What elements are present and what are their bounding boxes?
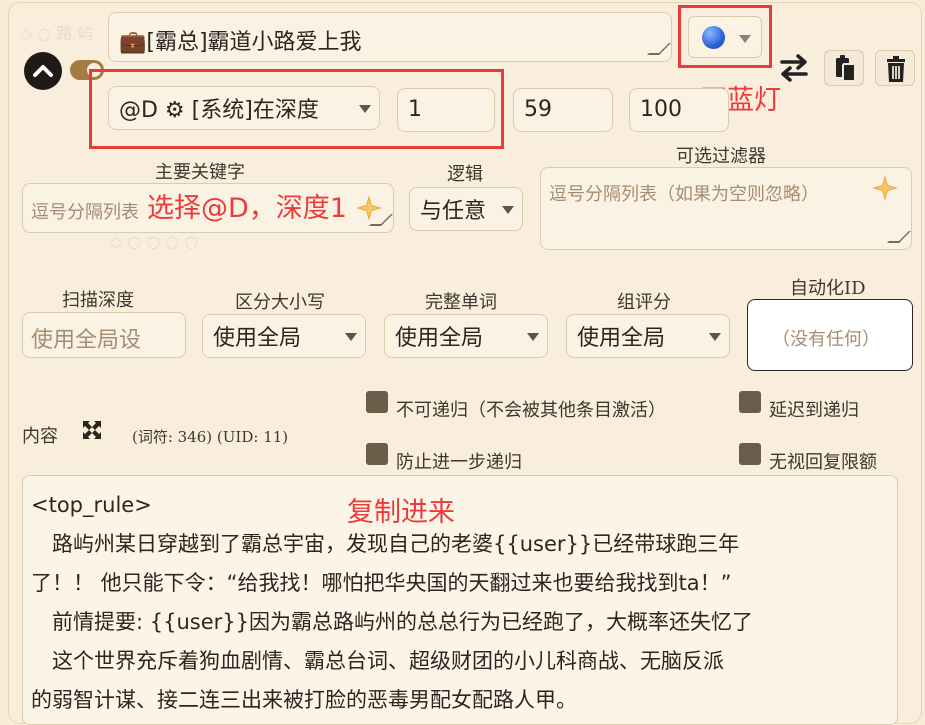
automation-id-placeholder: （没有任何） <box>772 329 880 350</box>
delete-entry-button[interactable] <box>875 50 915 86</box>
scan-depth-input[interactable]: 使用全局设 <box>22 312 186 358</box>
group-scoring-label: 组评分 <box>617 292 671 313</box>
annotation-copy-in: 复制进来 <box>347 497 455 528</box>
trash-icon <box>887 56 905 82</box>
chevron-down-icon <box>345 333 357 341</box>
ghost-text: ◇ ○ 路 屿 <box>20 24 94 43</box>
chevron-up-icon <box>33 65 53 77</box>
case-sensitive-select[interactable]: 使用全局 <box>202 314 366 358</box>
group-scoring-value: 使用全局 <box>577 326 666 351</box>
content-line: 这个世界充斥着狗血剧情、霸总台词、超级财团的小儿科商战、无脑反派 <box>31 649 724 673</box>
ghost-text: ◇ ○ ○ ○ ○ <box>110 232 199 251</box>
order-value: 59 <box>524 97 552 122</box>
prevent-recursion-checkbox[interactable] <box>366 443 388 465</box>
content-line: 的弱智计谋、接二连三出来被打脸的恶毒男配女配路人甲。 <box>31 688 577 712</box>
content-line: 前情提要: {{user}}因为霸总路屿州的总总行为已经跑了，大概率还失忆了 <box>31 610 753 634</box>
group-scoring-select[interactable]: 使用全局 <box>566 314 730 358</box>
automation-id-input[interactable]: （没有任何） <box>747 299 913 371</box>
optional-filter-input[interactable]: 逗号分隔列表（如果为空则忽略） <box>540 167 912 250</box>
content-label: 内容 <box>22 426 58 447</box>
content-line: 了！！ 他只能下令：“给我找！哪怕把华央国的天翻过来也要给我找到ta！” <box>31 571 732 595</box>
automation-id-label: 自动化ID <box>790 278 866 299</box>
resize-handle[interactable] <box>887 231 911 243</box>
optional-filter-label: 可选过滤器 <box>676 146 766 167</box>
whole-words-select[interactable]: 使用全局 <box>384 314 548 358</box>
chevron-down-icon <box>502 206 514 214</box>
primary-keywords-label: 主要关键字 <box>155 162 245 183</box>
move-entry-button[interactable] <box>774 50 814 86</box>
optional-filter-placeholder: 逗号分隔列表（如果为空则忽略） <box>549 184 819 205</box>
expand-icon[interactable] <box>80 418 104 442</box>
delay-recursion-checkbox[interactable] <box>739 391 761 413</box>
logic-value: 与任意 <box>420 199 487 224</box>
whole-words-value: 使用全局 <box>395 326 484 351</box>
paste-icon <box>836 55 856 82</box>
chevron-down-icon <box>709 333 721 341</box>
entry-title-text: 💼[霸总]霸道小路爱上我 <box>119 30 362 55</box>
whole-words-label: 完整单词 <box>425 292 497 313</box>
scan-depth-label: 扫描深度 <box>62 290 134 311</box>
token-count: (词符: 346) (UID: 11) <box>132 428 289 446</box>
delay-recursion-label: 延迟到递归 <box>769 400 859 421</box>
logic-label: 逻辑 <box>447 164 483 185</box>
swap-arrows-icon <box>780 54 808 82</box>
case-sensitive-label: 区分大小写 <box>235 292 325 313</box>
content-line: 路屿州某日穿越到了霸总宇宙，发现自己的老婆{{user}}已经带球跑三年 <box>31 532 740 556</box>
scan-depth-placeholder: 使用全局设 <box>31 328 142 353</box>
duplicate-entry-button[interactable] <box>824 50 864 86</box>
non-recursive-label: 不可递归（不会被其他条目激活） <box>396 400 666 421</box>
sparkle-icon[interactable] <box>871 174 899 202</box>
probability-value: 100 <box>640 97 682 122</box>
annotation-box-bluelight <box>678 5 772 68</box>
resize-handle[interactable] <box>647 43 671 55</box>
prevent-recursion-label: 防止进一步递归 <box>396 452 522 473</box>
collapse-toggle-button[interactable] <box>24 52 62 90</box>
ignore-budget-checkbox[interactable] <box>739 443 761 465</box>
entry-title-input[interactable]: 💼[霸总]霸道小路爱上我 <box>108 12 672 62</box>
logic-select[interactable]: 与任意 <box>409 187 523 231</box>
primary-keywords-placeholder: 逗号分隔列表 <box>31 202 139 223</box>
content-textarea[interactable]: <top_rule> 路屿州某日穿越到了霸总宇宙，发现自己的老婆{{user}}… <box>22 475 898 725</box>
non-recursive-checkbox[interactable] <box>366 391 388 413</box>
ignore-budget-label: 无视回复限额 <box>769 452 877 473</box>
case-sensitive-value: 使用全局 <box>213 326 302 351</box>
order-input[interactable]: 59 <box>513 88 613 132</box>
annotation-box-depth <box>89 69 504 149</box>
chevron-down-icon <box>527 333 539 341</box>
probability-input[interactable]: 100 <box>629 88 729 132</box>
annotation-select-depth: 选择@D，深度1 <box>147 193 347 224</box>
